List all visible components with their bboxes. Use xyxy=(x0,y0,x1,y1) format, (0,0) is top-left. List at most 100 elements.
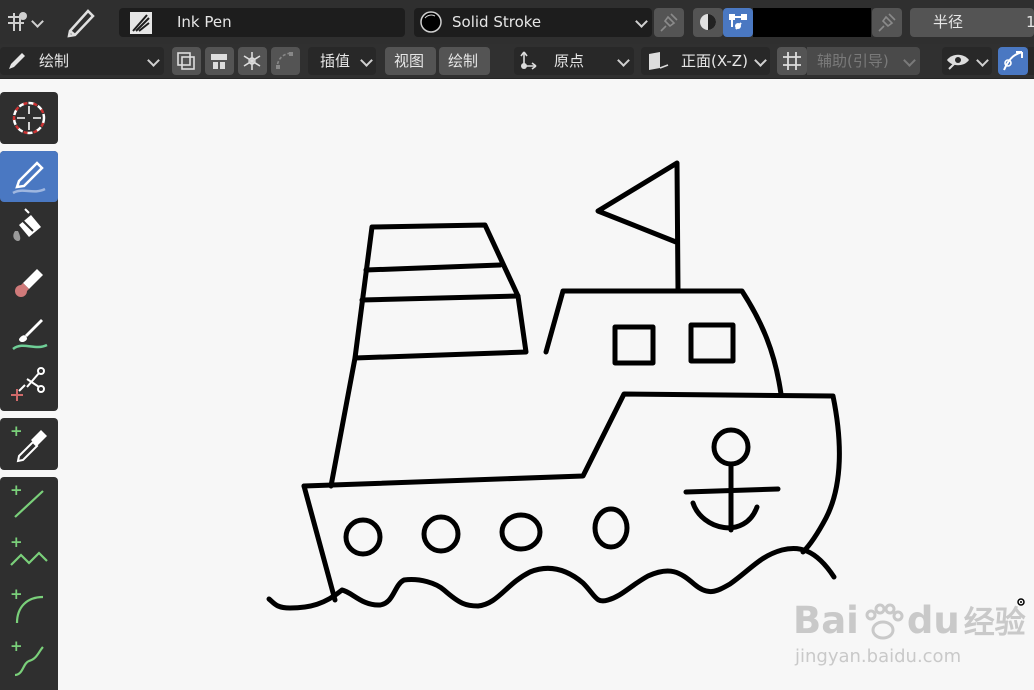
fill-tool[interactable] xyxy=(0,203,58,254)
material-mode-icon xyxy=(700,14,716,30)
pin-color-button[interactable] xyxy=(872,8,902,37)
chevron-down-icon xyxy=(617,54,630,67)
guides-toggle[interactable] xyxy=(777,47,807,75)
material-sphere-icon xyxy=(420,11,442,33)
mode-selector[interactable]: 绘制 xyxy=(0,47,164,75)
autolock-layers-button[interactable] xyxy=(205,47,234,75)
material-name-text: Solid Stroke xyxy=(452,13,542,31)
pin-icon xyxy=(878,13,896,32)
brush-name-text: Ink Pen xyxy=(177,13,232,31)
brush-name-field[interactable]: Ink Pen xyxy=(119,8,405,37)
fill-bucket-icon xyxy=(13,208,41,241)
funnel-stripe-2 xyxy=(359,293,521,303)
ship-deck xyxy=(301,391,842,555)
tool-group-eyedropper: + xyxy=(0,418,58,470)
view-menu-button[interactable]: 视图 xyxy=(385,47,436,75)
arc-icon xyxy=(15,595,44,624)
grid-hash-icon xyxy=(783,52,801,70)
sea-waves xyxy=(266,545,837,611)
overlays-menu-edge[interactable] xyxy=(1028,47,1034,75)
overlay-curve-icon xyxy=(1003,51,1023,71)
pencil-icon xyxy=(12,161,46,195)
radius-value: 1 xyxy=(1026,13,1034,31)
eye-icon xyxy=(947,54,969,70)
brush-settings-icon xyxy=(8,12,27,31)
arc-tool[interactable]: + xyxy=(0,581,58,632)
curve-icon xyxy=(14,646,44,677)
eyedropper-tool[interactable]: + xyxy=(0,418,58,469)
cabin-window-1 xyxy=(612,324,656,366)
radius-label: 半径 xyxy=(933,13,964,31)
interpolate-menu[interactable]: 插值 xyxy=(308,47,376,75)
cabin-window-2 xyxy=(688,322,736,364)
radius-field[interactable]: 半径 1 xyxy=(910,8,1034,37)
stroke-placement-menu[interactable]: 原点 xyxy=(514,47,634,75)
scissors-icon xyxy=(11,367,45,401)
porthole-3 xyxy=(499,512,543,552)
line-tool[interactable]: + xyxy=(0,477,58,528)
line-icon xyxy=(14,490,44,518)
porthole-2 xyxy=(421,514,461,554)
material-selector[interactable]: Solid Stroke xyxy=(414,8,652,37)
guides-label: 辅助(引导) xyxy=(817,52,889,70)
hull-left-line xyxy=(328,355,358,489)
plane-label: 正面(X-Z) xyxy=(681,52,748,70)
dashed-curve-icon xyxy=(276,52,294,70)
tint-tool[interactable] xyxy=(0,307,58,358)
anchor-stock xyxy=(683,486,781,495)
drawing-plane-menu[interactable]: 正面(X-Z) xyxy=(641,47,770,75)
origin-axes-icon xyxy=(520,51,537,70)
proportional-button[interactable] xyxy=(271,47,300,75)
porthole-4 xyxy=(592,506,630,550)
ship-flag xyxy=(595,160,681,293)
draw-menu-label: 绘制 xyxy=(448,52,479,70)
mode-label: 绘制 xyxy=(39,52,70,70)
cursor-tool[interactable] xyxy=(0,92,58,143)
polyline-tool[interactable]: + xyxy=(0,529,58,580)
multiframe-icon xyxy=(177,52,195,70)
cutter-tool[interactable] xyxy=(0,359,58,410)
watermark-url: jingyan.baidu.com xyxy=(795,646,962,667)
tool-group-primitives: + + + + xyxy=(0,477,58,690)
draw-menu-button[interactable]: 绘制 xyxy=(439,47,490,75)
funnel-stripe-1 xyxy=(363,262,503,273)
layers-lock-icon xyxy=(211,54,227,69)
eyedropper-icon xyxy=(16,430,47,463)
ship-cabin xyxy=(543,288,784,397)
brush-mode-selector[interactable] xyxy=(2,8,46,36)
ink-pen-icon xyxy=(130,12,152,34)
visibility-menu[interactable] xyxy=(942,47,992,75)
tool-group-draw xyxy=(0,151,58,411)
overlays-toggle[interactable] xyxy=(998,47,1028,75)
cursor-icon xyxy=(12,101,46,135)
chevron-down-icon xyxy=(903,54,916,67)
chevron-down-icon xyxy=(147,54,160,67)
erase-tool[interactable] xyxy=(0,255,58,306)
vertex-color-mode-button[interactable] xyxy=(723,8,753,37)
eraser-icon xyxy=(15,269,43,297)
material-color-mode-button[interactable] xyxy=(693,8,723,37)
polyline-icon xyxy=(10,551,48,566)
porthole-1 xyxy=(343,517,383,557)
color-swatch[interactable] xyxy=(753,8,871,37)
watermark-brand-cn: 经验 xyxy=(963,605,1026,641)
viewport-drawing xyxy=(266,160,1025,611)
hull-bow xyxy=(301,483,338,603)
pin-material-button[interactable] xyxy=(654,8,684,37)
pin-icon xyxy=(660,13,678,32)
chevron-down-icon xyxy=(754,54,767,67)
view-menu-label: 视图 xyxy=(394,52,425,70)
plane-icon xyxy=(649,52,669,70)
anchor-ring xyxy=(711,427,751,467)
guides-menu[interactable]: 辅助(引导) xyxy=(807,47,920,75)
tool-group-cursor xyxy=(0,92,58,144)
draw-tool[interactable] xyxy=(0,151,58,202)
watermark-brand-du: du xyxy=(906,599,960,642)
multiframe-button[interactable] xyxy=(172,47,201,75)
curve-tool[interactable]: + xyxy=(0,633,58,684)
chevron-down-icon xyxy=(360,54,373,67)
vertex-color-icon xyxy=(729,14,747,30)
ship-funnel xyxy=(352,222,529,361)
snowflake-icon xyxy=(243,52,261,70)
snap-button[interactable] xyxy=(238,47,267,75)
